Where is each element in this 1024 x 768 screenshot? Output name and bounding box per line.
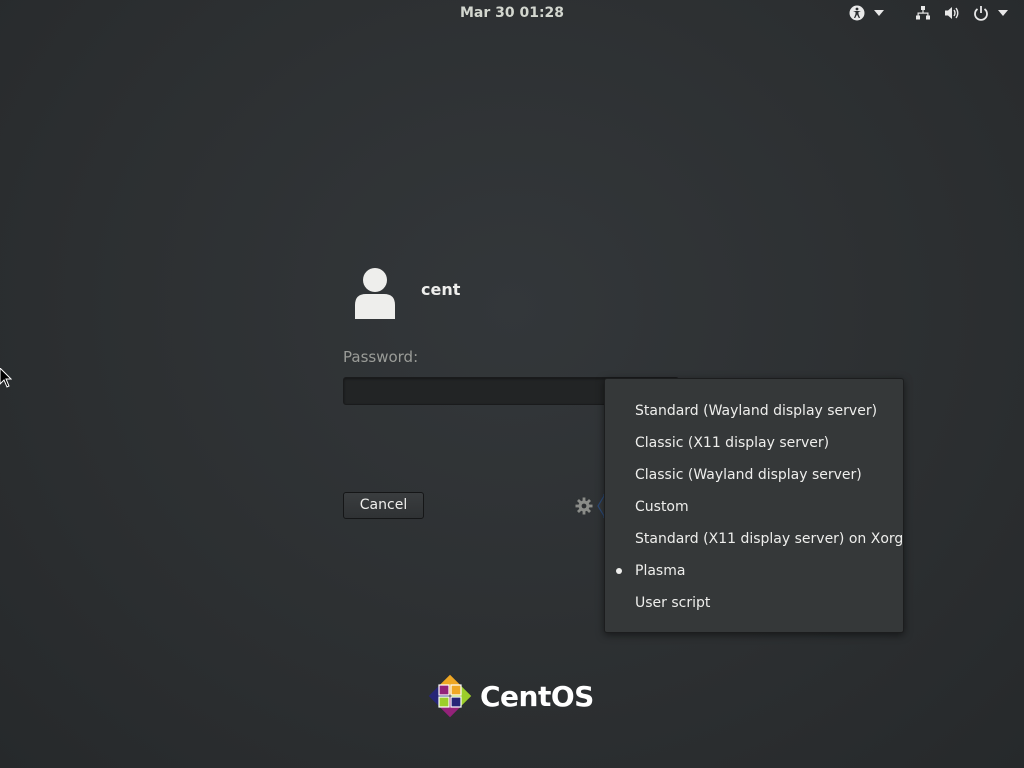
centos-logo-text: CentOS bbox=[480, 679, 594, 713]
session-item-user-script[interactable]: User script bbox=[605, 587, 903, 619]
cancel-button[interactable]: Cancel bbox=[343, 492, 424, 519]
centos-logo-icon bbox=[428, 674, 472, 718]
session-item-classic-wayland[interactable]: Classic (Wayland display server) bbox=[605, 459, 903, 491]
session-item-classic-x11[interactable]: Classic (X11 display server) bbox=[605, 427, 903, 459]
session-item-custom[interactable]: Custom bbox=[605, 491, 903, 523]
session-item-label: Classic (Wayland display server) bbox=[635, 467, 862, 483]
session-item-plasma[interactable]: Plasma bbox=[605, 555, 903, 587]
session-item-label: Standard (Wayland display server) bbox=[635, 403, 878, 419]
session-item-label: Standard (X11 display server) on Xorg bbox=[635, 531, 904, 547]
login-screen: Mar 30 01:28 cent Password: Cancel Stand… bbox=[0, 0, 1024, 768]
session-item-label: User script bbox=[635, 595, 711, 611]
password-label: Password: bbox=[343, 348, 419, 366]
accessibility-icon[interactable] bbox=[848, 4, 866, 22]
user-avatar-icon bbox=[355, 267, 395, 319]
gear-icon[interactable] bbox=[574, 496, 594, 516]
volume-icon[interactable] bbox=[943, 4, 961, 22]
session-item-standard-x11-xorg[interactable]: Standard (X11 display server) on Xorg bbox=[605, 523, 903, 555]
mouse-cursor-icon bbox=[0, 367, 13, 388]
centos-logo: CentOS bbox=[426, 672, 594, 720]
session-item-label: Plasma bbox=[635, 563, 686, 579]
network-wired-icon[interactable] bbox=[914, 4, 932, 22]
chevron-down-icon[interactable] bbox=[996, 4, 1010, 22]
clock[interactable]: Mar 30 01:28 bbox=[0, 5, 1024, 21]
session-item-label: Classic (X11 display server) bbox=[635, 435, 830, 451]
selected-bullet-icon bbox=[616, 568, 622, 574]
top-bar: Mar 30 01:28 bbox=[0, 0, 1024, 26]
power-icon[interactable] bbox=[972, 4, 990, 22]
session-item-standard-wayland[interactable]: Standard (Wayland display server) bbox=[605, 395, 903, 427]
session-item-label: Custom bbox=[635, 499, 689, 515]
session-menu: Standard (Wayland display server) Classi… bbox=[604, 378, 904, 633]
chevron-down-icon[interactable] bbox=[872, 4, 886, 22]
username-label: cent bbox=[421, 280, 461, 299]
